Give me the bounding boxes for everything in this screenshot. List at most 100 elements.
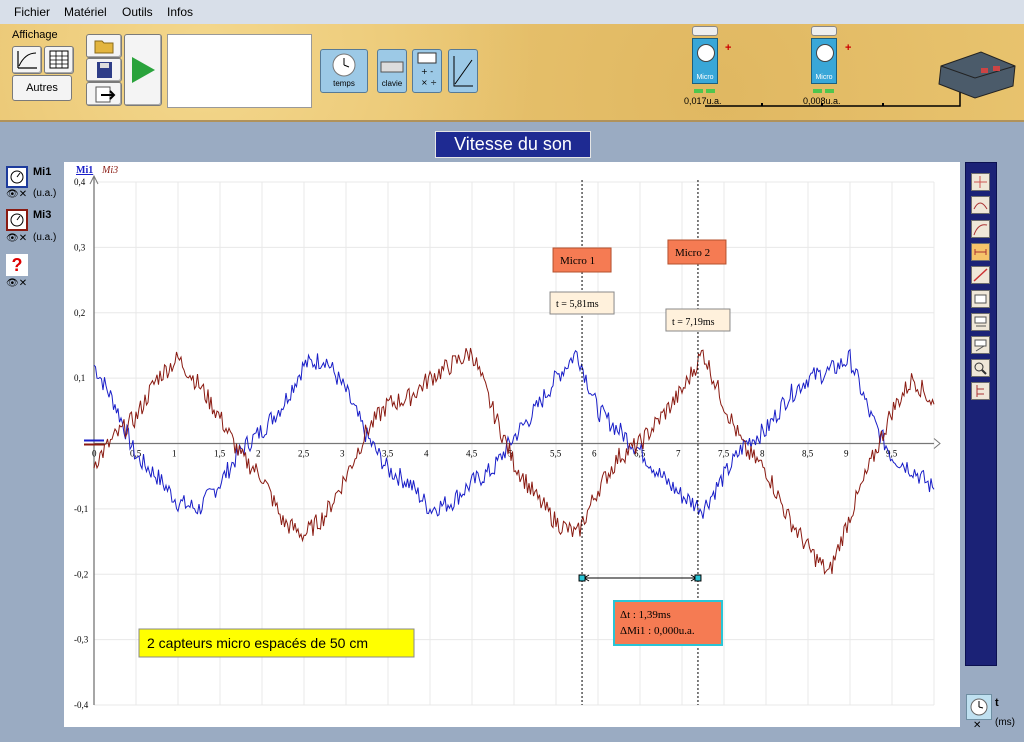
open-button[interactable] — [86, 34, 122, 58]
export-button[interactable] — [86, 82, 122, 106]
gauge-icon — [816, 44, 834, 62]
calculator-button[interactable]: + - × ÷ — [412, 49, 442, 93]
menu-fichier[interactable]: Fichier — [14, 5, 50, 19]
curve-view-button[interactable] — [12, 46, 42, 74]
x-tick-label: 4 — [424, 449, 429, 459]
clock-icon — [332, 53, 356, 77]
text-tool-button[interactable] — [971, 290, 990, 308]
mi3-visibility-toggle[interactable]: 👁✕ — [6, 233, 27, 244]
autres-button[interactable]: Autres — [12, 75, 72, 101]
x-tick-label: 2,5 — [298, 449, 310, 459]
y-tick-label: -0,3 — [74, 635, 89, 645]
model-button[interactable] — [448, 49, 478, 93]
calculator-icon: + - × ÷ — [417, 52, 437, 87]
annotation-icon — [974, 339, 987, 352]
delta-box — [613, 600, 723, 646]
x-tick-label: 3,5 — [382, 449, 394, 459]
x-tick-label: 7 — [676, 449, 681, 459]
time-name: t — [995, 697, 999, 709]
legend-mi3: Mi3 — [101, 165, 118, 176]
double-arrow-icon — [974, 249, 987, 255]
toolbar: Affichage Autres temps clavie + - × ÷ Mic… — [0, 24, 1024, 122]
save-button[interactable] — [86, 58, 122, 82]
x-tick-label: 8 — [760, 449, 765, 459]
mi3-channel-button[interactable] — [6, 209, 28, 231]
legend-mi1: Mi1 — [76, 165, 93, 176]
chart-area[interactable]: 0,5 1 1,5 2 2,5 3 3,5 4 4,5 5 5,5 6 6,5 7 7,5 8 8,5 9 9,5 0… — [64, 162, 960, 727]
table-view-button[interactable] — [44, 46, 74, 74]
magnifier-icon — [974, 362, 987, 375]
menu-materiel[interactable]: Matériel — [64, 5, 107, 19]
line-icon — [973, 268, 988, 282]
time-unit: (ms) — [995, 717, 1015, 728]
grid-icon — [974, 176, 987, 188]
keyboard-icon — [380, 61, 404, 73]
unknown-visibility-toggle[interactable]: 👁✕ — [6, 278, 27, 289]
label-tool-button[interactable] — [971, 313, 990, 331]
y-tick-label: 0,4 — [74, 177, 86, 187]
info-display — [167, 34, 312, 108]
mi3-unit: (u.a.) — [33, 232, 57, 243]
temps-button[interactable]: temps — [320, 49, 368, 93]
x-origin-label: 0 — [92, 449, 97, 459]
svg-text:+ -: + - — [421, 67, 433, 76]
sensor-name: Micro — [696, 74, 714, 81]
export-arrow-icon — [95, 86, 116, 103]
menu-outils[interactable]: Outils — [122, 5, 153, 19]
chart-svg[interactable]: 0,5 1 1,5 2 2,5 3 3,5 4 4,5 5 5,5 6 6,5 7 7,5 8 8,5 9 9,50… — [64, 162, 960, 727]
delta-handle — [578, 574, 586, 582]
time-variable-button[interactable] — [966, 694, 992, 720]
clock-icon — [970, 698, 988, 716]
delta-time: Δt : 1,39ms — [620, 609, 671, 621]
table-icon — [49, 50, 69, 69]
curve-fit-icon — [973, 202, 988, 210]
clavier-label: clavie — [381, 79, 403, 88]
curve-icon — [17, 51, 37, 69]
x-tick-label: 8,5 — [802, 449, 814, 459]
mi3-name: Mi3 — [33, 209, 52, 221]
x-axis-arrow — [933, 438, 941, 449]
sensor-cap — [692, 26, 718, 36]
label-icon — [974, 316, 987, 327]
measure-tool-button[interactable] — [971, 243, 990, 261]
annotation-tool-button[interactable] — [971, 336, 990, 354]
delta-handle — [694, 574, 702, 582]
temps-label: temps — [333, 79, 355, 88]
x-tick-label: 9 — [844, 449, 849, 459]
unknown-channel-button[interactable]: ? — [6, 254, 28, 276]
grid-tool-button[interactable] — [971, 173, 990, 191]
mi1-channel-button[interactable] — [6, 166, 28, 188]
text-box-icon — [974, 294, 987, 304]
mi1-visibility-toggle[interactable]: 👁✕ — [6, 189, 27, 200]
tangent-tool-button[interactable] — [971, 220, 990, 238]
cursor-label: Micro 2 — [675, 247, 710, 259]
x-tick-label: 6 — [592, 449, 597, 459]
x-tick-label: 3 — [340, 449, 345, 459]
y-tick-label: -0,4 — [74, 700, 89, 710]
menu-infos[interactable]: Infos — [167, 5, 193, 19]
interface-box-icon[interactable] — [935, 44, 1020, 99]
affichage-label: Affichage — [12, 29, 58, 41]
y-tick-label: -0,1 — [74, 504, 88, 514]
x-tick-label: 5,5 — [550, 449, 562, 459]
mi1-unit: (u.a.) — [33, 188, 57, 199]
gauge-icon — [10, 170, 24, 184]
line-tool-button[interactable] — [971, 266, 990, 284]
time-remove-icon[interactable]: ✕ — [973, 720, 981, 731]
floppy-icon — [97, 62, 112, 78]
sensor-cap — [811, 26, 837, 36]
axis-tool-button[interactable] — [971, 382, 990, 400]
play-icon — [132, 57, 155, 83]
fit-tool-button[interactable] — [971, 196, 990, 214]
y-tick-label: 0,2 — [74, 308, 85, 318]
linear-model-icon — [453, 56, 473, 87]
x-tick-label: 0,5 — [130, 449, 142, 459]
clavier-button[interactable]: clavie — [377, 49, 407, 93]
graph-title: Vitesse du son — [435, 131, 591, 158]
x-tick-label: 1 — [172, 449, 177, 459]
zoom-tool-button[interactable] — [971, 359, 990, 377]
cursor-value: t = 7,19ms — [672, 317, 715, 328]
folder-icon — [94, 40, 114, 54]
graph-tools-bar — [965, 162, 997, 666]
start-acquisition-button[interactable] — [124, 34, 162, 106]
